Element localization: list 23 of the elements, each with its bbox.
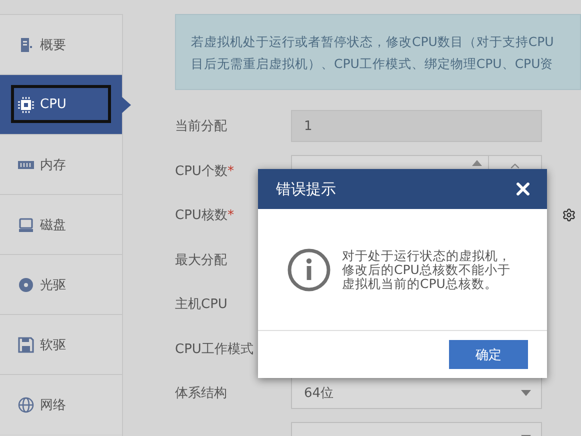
confirm-button[interactable]: 确定 [449,340,528,369]
chip-icon [18,96,34,112]
caret-icon [521,390,531,396]
notice-text: 若虚拟机处于运行或者暂停状态，修改CPU数目（对于支持CPU [191,33,555,51]
dropdown[interactable]: 64位 [291,377,542,410]
field-label: 体系结构 [175,385,228,402]
field-label: CPU核数* [175,207,235,224]
error-message: 对于处于运行状态的虚拟机，修改后的CPU总核数不能小于虚拟机当前的CPU总核数。 [342,248,512,290]
selection-pointer [122,97,131,113]
up-arrow-icon[interactable] [472,160,482,166]
field-label: 主机CPU [175,296,228,314]
field-label: CPU个数* [175,162,235,180]
field-label: CPU工作模式 [175,340,254,358]
notice-text: 目后无需重启虚拟机）、CPU工作模式、绑定物理CPU、CPU资 [191,55,554,73]
field-label: 当前分配 [175,118,228,136]
dialog-title: 错误提示 [276,180,336,198]
globe-icon [18,396,34,412]
info-icon [287,248,331,292]
document-icon [18,36,34,52]
field-label: 最大分配 [175,252,228,269]
settings-icon[interactable] [562,208,576,222]
disc-icon [18,276,34,292]
floppy-icon [18,336,34,352]
